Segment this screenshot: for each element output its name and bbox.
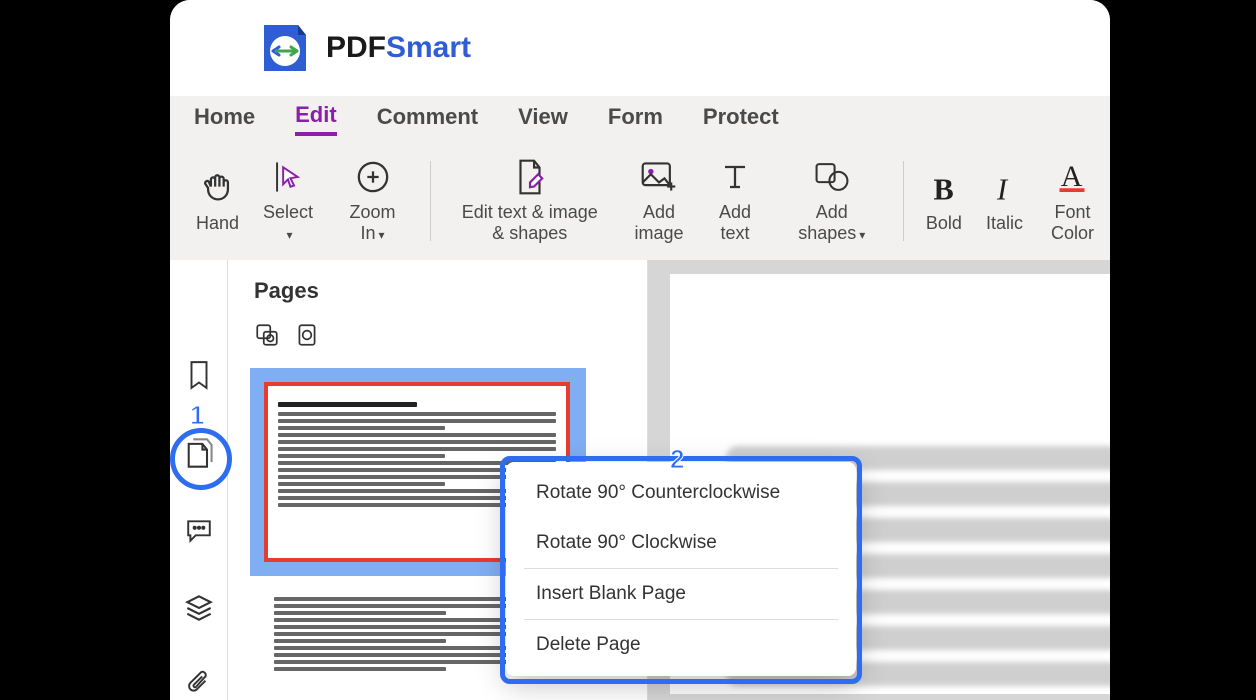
zoom-caret-icon (376, 223, 385, 243)
toolbar-divider (903, 161, 904, 241)
tool-hand[interactable]: Hand (184, 142, 251, 260)
tool-font-color[interactable]: A Font Color (1035, 142, 1110, 260)
tool-select[interactable]: Select (251, 142, 325, 260)
edit-page-icon (513, 158, 547, 196)
italic-icon: I (990, 169, 1018, 207)
brand-pdf: PDF (326, 31, 386, 64)
shapes-caret-icon (856, 223, 865, 243)
tool-italic-label: Italic (986, 213, 1023, 234)
tool-zoom-in[interactable]: Zoom In (325, 142, 420, 260)
brand-smart: Smart (386, 31, 471, 64)
select-cursor-icon (273, 158, 303, 196)
bold-icon: B (930, 169, 958, 207)
pages-tool-1-icon[interactable] (254, 322, 280, 348)
tool-bold[interactable]: B Bold (914, 142, 974, 260)
bookmarks-icon[interactable] (184, 360, 214, 390)
tool-add-shapes-label: Add shapes (798, 202, 856, 243)
tool-add-image-label: Add image (631, 202, 688, 243)
toolbar-divider (430, 161, 431, 241)
annotation-circle-1 (170, 428, 232, 490)
tool-font-color-label: Font Color (1047, 202, 1098, 243)
context-menu: Rotate 90° Counterclockwise Rotate 90° C… (506, 462, 856, 676)
ctx-insert-blank-page[interactable]: Insert Blank Page (506, 569, 856, 619)
menu-edit[interactable]: Edit (295, 102, 337, 136)
tool-edit-text-image-shapes-label: Edit text & image & shapes (459, 202, 601, 243)
tool-zoom-in-label: Zoom In (350, 202, 396, 243)
comments-icon[interactable] (184, 516, 214, 545)
tool-italic[interactable]: I Italic (974, 142, 1035, 260)
tool-add-text-label: Add text (711, 202, 758, 243)
tool-select-label: Select (263, 202, 313, 222)
add-image-icon (640, 158, 678, 196)
toolbar: Hand Select Zoom In (170, 142, 1110, 260)
pages-panel-tools (228, 310, 647, 360)
menu-comment[interactable]: Comment (377, 104, 478, 134)
pages-panel-title: Pages (228, 260, 647, 310)
font-color-icon: A (1057, 158, 1087, 196)
ctx-rotate-ccw[interactable]: Rotate 90° Counterclockwise (506, 468, 856, 518)
tool-bold-label: Bold (926, 213, 962, 234)
tool-hand-label: Hand (196, 213, 239, 234)
ctx-delete-page[interactable]: Delete Page (506, 620, 856, 670)
tool-edit-text-image-shapes[interactable]: Edit text & image & shapes (441, 142, 619, 260)
ctx-rotate-cw[interactable]: Rotate 90° Clockwise (506, 518, 856, 568)
zoom-in-icon (356, 158, 390, 196)
add-text-icon (720, 158, 750, 196)
titlebar: PDFSmart (170, 0, 1110, 96)
pages-tool-2-icon[interactable] (294, 322, 320, 348)
select-caret-icon (284, 223, 293, 243)
brand-text: PDFSmart (326, 31, 471, 65)
svg-text:A: A (1061, 160, 1083, 193)
annotation-step-1: 1 (190, 400, 204, 431)
hand-icon (201, 169, 235, 207)
menu-view[interactable]: View (518, 104, 568, 134)
menubar: Home Edit Comment View Form Protect (170, 96, 1110, 142)
add-shapes-icon (814, 158, 850, 196)
svg-text:B: B (933, 172, 953, 204)
menu-home[interactable]: Home (194, 104, 255, 134)
layers-icon[interactable] (184, 593, 214, 622)
app-logo: PDFSmart (258, 21, 471, 75)
menu-protect[interactable]: Protect (703, 104, 779, 134)
tool-add-text[interactable]: Add text (699, 142, 770, 260)
tool-add-image[interactable]: Add image (619, 142, 700, 260)
logo-mark-icon (258, 21, 312, 75)
annotation-step-2: 2 (670, 444, 684, 475)
attachments-icon[interactable] (184, 670, 214, 700)
svg-text:I: I (996, 172, 1009, 204)
tool-add-shapes[interactable]: Add shapes (771, 142, 893, 260)
menu-form[interactable]: Form (608, 104, 663, 134)
